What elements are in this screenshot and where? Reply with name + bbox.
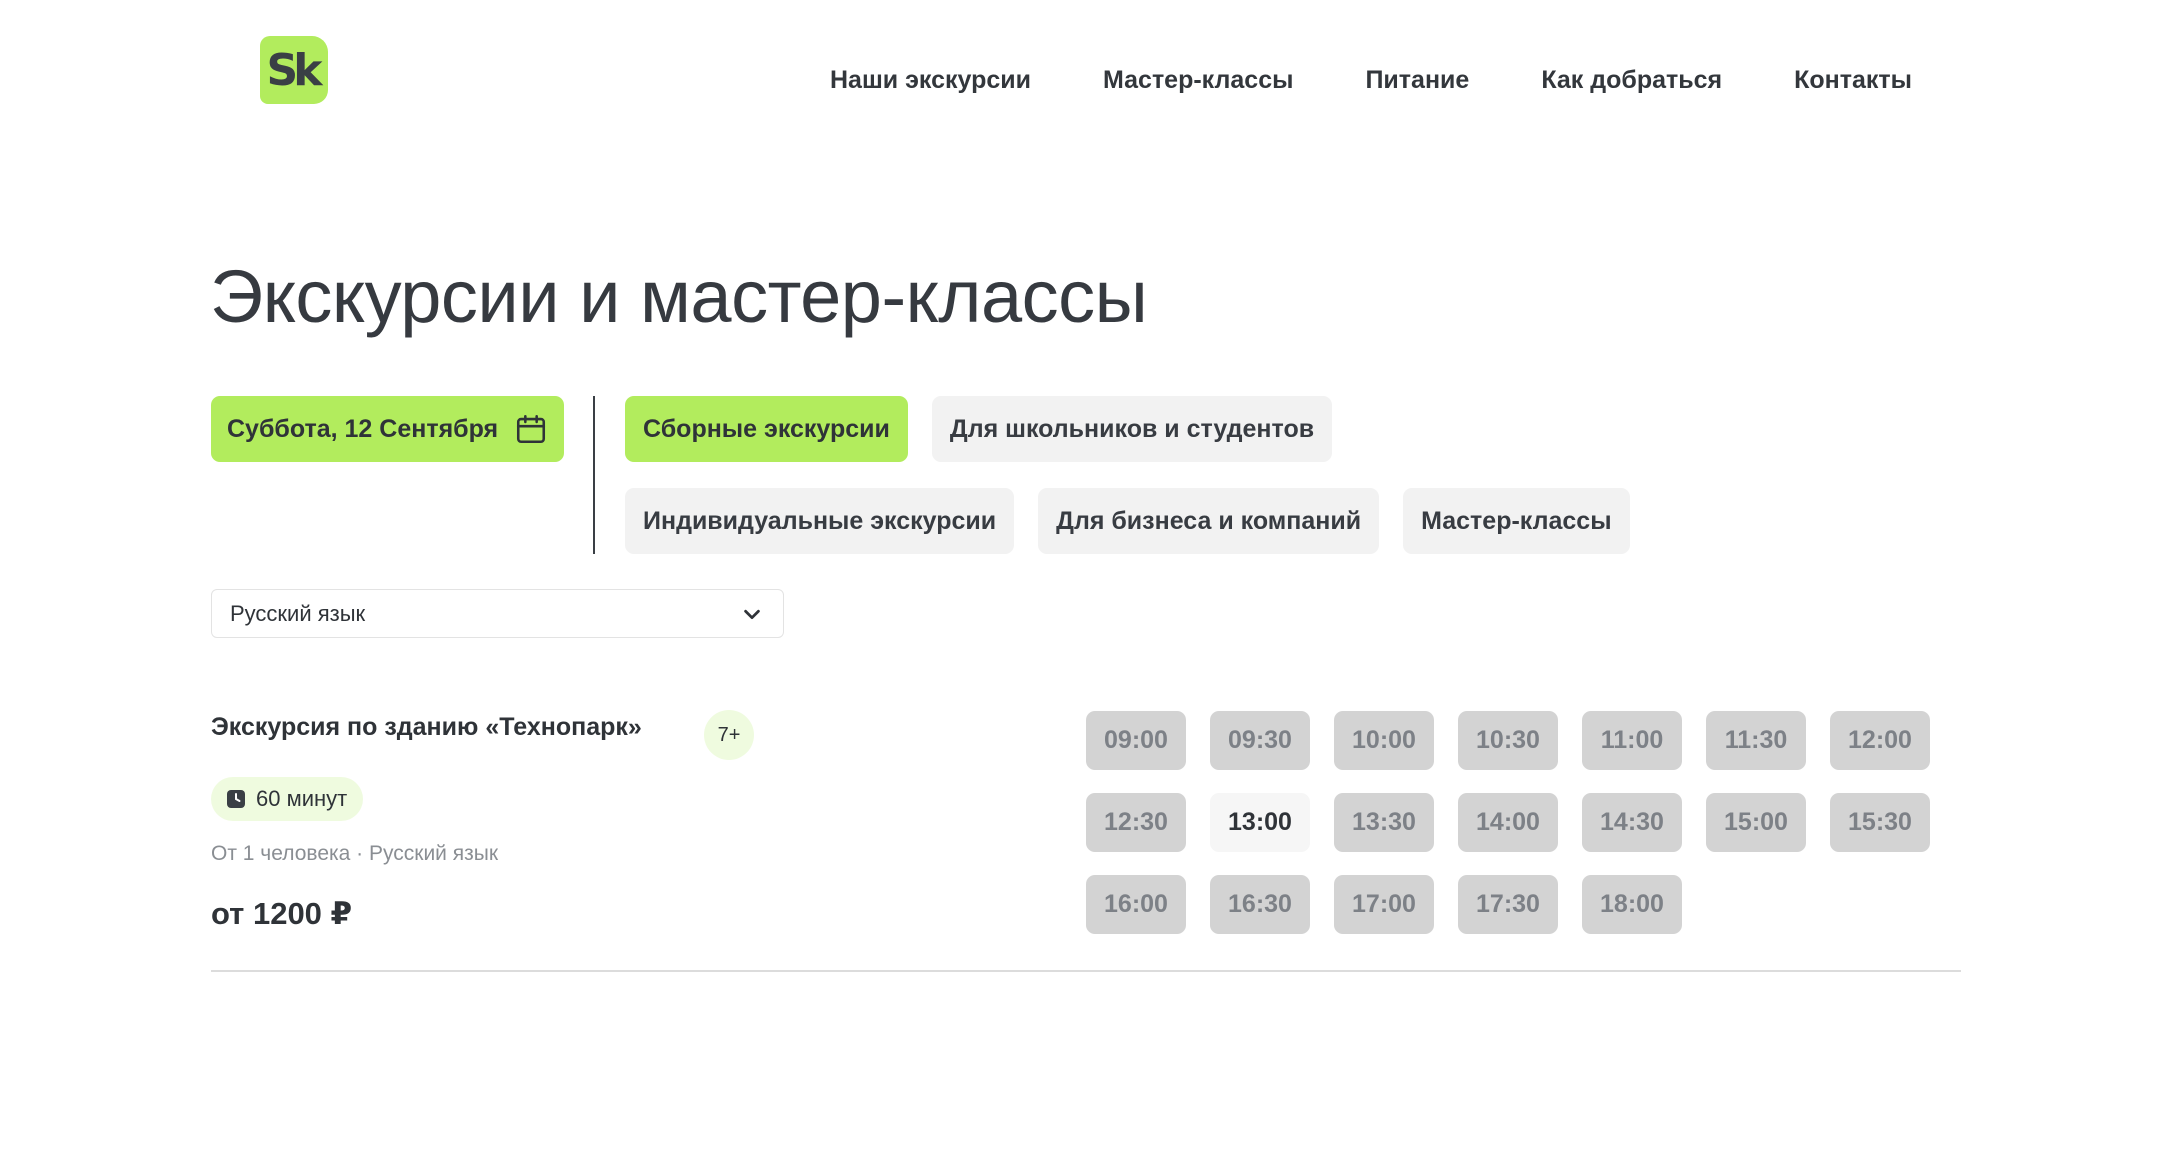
duration-badge: 60 минут [211, 777, 364, 821]
duration-text: 60 минут [256, 786, 348, 811]
filter-business[interactable]: Для бизнеса и компаний [1038, 488, 1380, 554]
time-slot[interactable]: 10:30 [1458, 711, 1558, 770]
card-divider [211, 970, 1961, 972]
calendar-icon [516, 414, 546, 444]
time-slot[interactable]: 16:30 [1210, 875, 1310, 934]
time-slots: 09:00 09:30 10:00 10:30 11:00 11:30 12:00 12:30… [1086, 711, 1966, 934]
filter-students[interactable]: Для школьников и студентов [931, 396, 1333, 462]
age-badge: 7+ [704, 710, 754, 760]
excursion-price: от 1200 ₽ [211, 896, 353, 931]
date-picker-button[interactable]: Суббота, 12 Сентября [211, 396, 564, 462]
excursion-meta: От 1 человека · Русский язык [211, 842, 499, 865]
logo[interactable]: Sk [260, 36, 328, 104]
filter-master-classes[interactable]: Мастер-классы [1403, 488, 1630, 554]
time-slot[interactable]: 16:00 [1086, 875, 1186, 934]
page: Sk Наши экскурсии Мастер-классы Питание … [0, 0, 2160, 1170]
time-slot[interactable]: 11:30 [1706, 711, 1806, 770]
chevron-down-icon [744, 609, 760, 619]
nav-our-excursions[interactable]: Наши экскурсии [830, 66, 1031, 95]
time-slot[interactable]: 12:00 [1830, 711, 1930, 770]
date-label: Суббота, 12 Сентября [227, 414, 499, 443]
time-slot[interactable]: 15:30 [1830, 793, 1930, 852]
nav-master-classes[interactable]: Мастер-классы [1103, 66, 1293, 95]
time-slot[interactable]: 17:30 [1458, 875, 1558, 934]
language-select[interactable]: Русский язык [211, 589, 784, 638]
time-slot[interactable]: 10:00 [1334, 711, 1434, 770]
time-slot[interactable]: 17:00 [1334, 875, 1434, 934]
category-filters: Сборные экскурсии Для школьников и студе… [625, 396, 1725, 554]
time-slot[interactable]: 13:30 [1334, 793, 1434, 852]
top-nav: Наши экскурсии Мастер-классы Питание Как… [830, 66, 1912, 95]
nav-how-to-get[interactable]: Как добраться [1541, 66, 1722, 95]
filter-group-excursions[interactable]: Сборные экскурсии [625, 396, 908, 462]
time-slot[interactable]: 09:30 [1210, 711, 1310, 770]
nav-food[interactable]: Питание [1365, 66, 1469, 95]
time-slot[interactable]: 09:00 [1086, 711, 1186, 770]
page-title: Экскурсии и мастер-классы [210, 255, 1148, 338]
nav-contacts[interactable]: Контакты [1794, 66, 1912, 95]
time-slot[interactable]: 14:00 [1458, 793, 1558, 852]
time-slot[interactable]: 13:00 [1210, 793, 1310, 852]
filter-individual[interactable]: Индивидуальные экскурсии [625, 488, 1015, 554]
language-select-value: Русский язык [230, 600, 366, 626]
time-slot[interactable]: 15:00 [1706, 793, 1806, 852]
time-slot[interactable]: 12:30 [1086, 793, 1186, 852]
clock-icon [227, 790, 245, 808]
time-slot[interactable]: 11:00 [1582, 711, 1682, 770]
time-slot[interactable]: 14:30 [1582, 793, 1682, 852]
excursion-title[interactable]: Экскурсия по зданию «Технопарк» [211, 713, 642, 742]
filter-divider [593, 396, 595, 554]
time-slot[interactable]: 18:00 [1582, 875, 1682, 934]
